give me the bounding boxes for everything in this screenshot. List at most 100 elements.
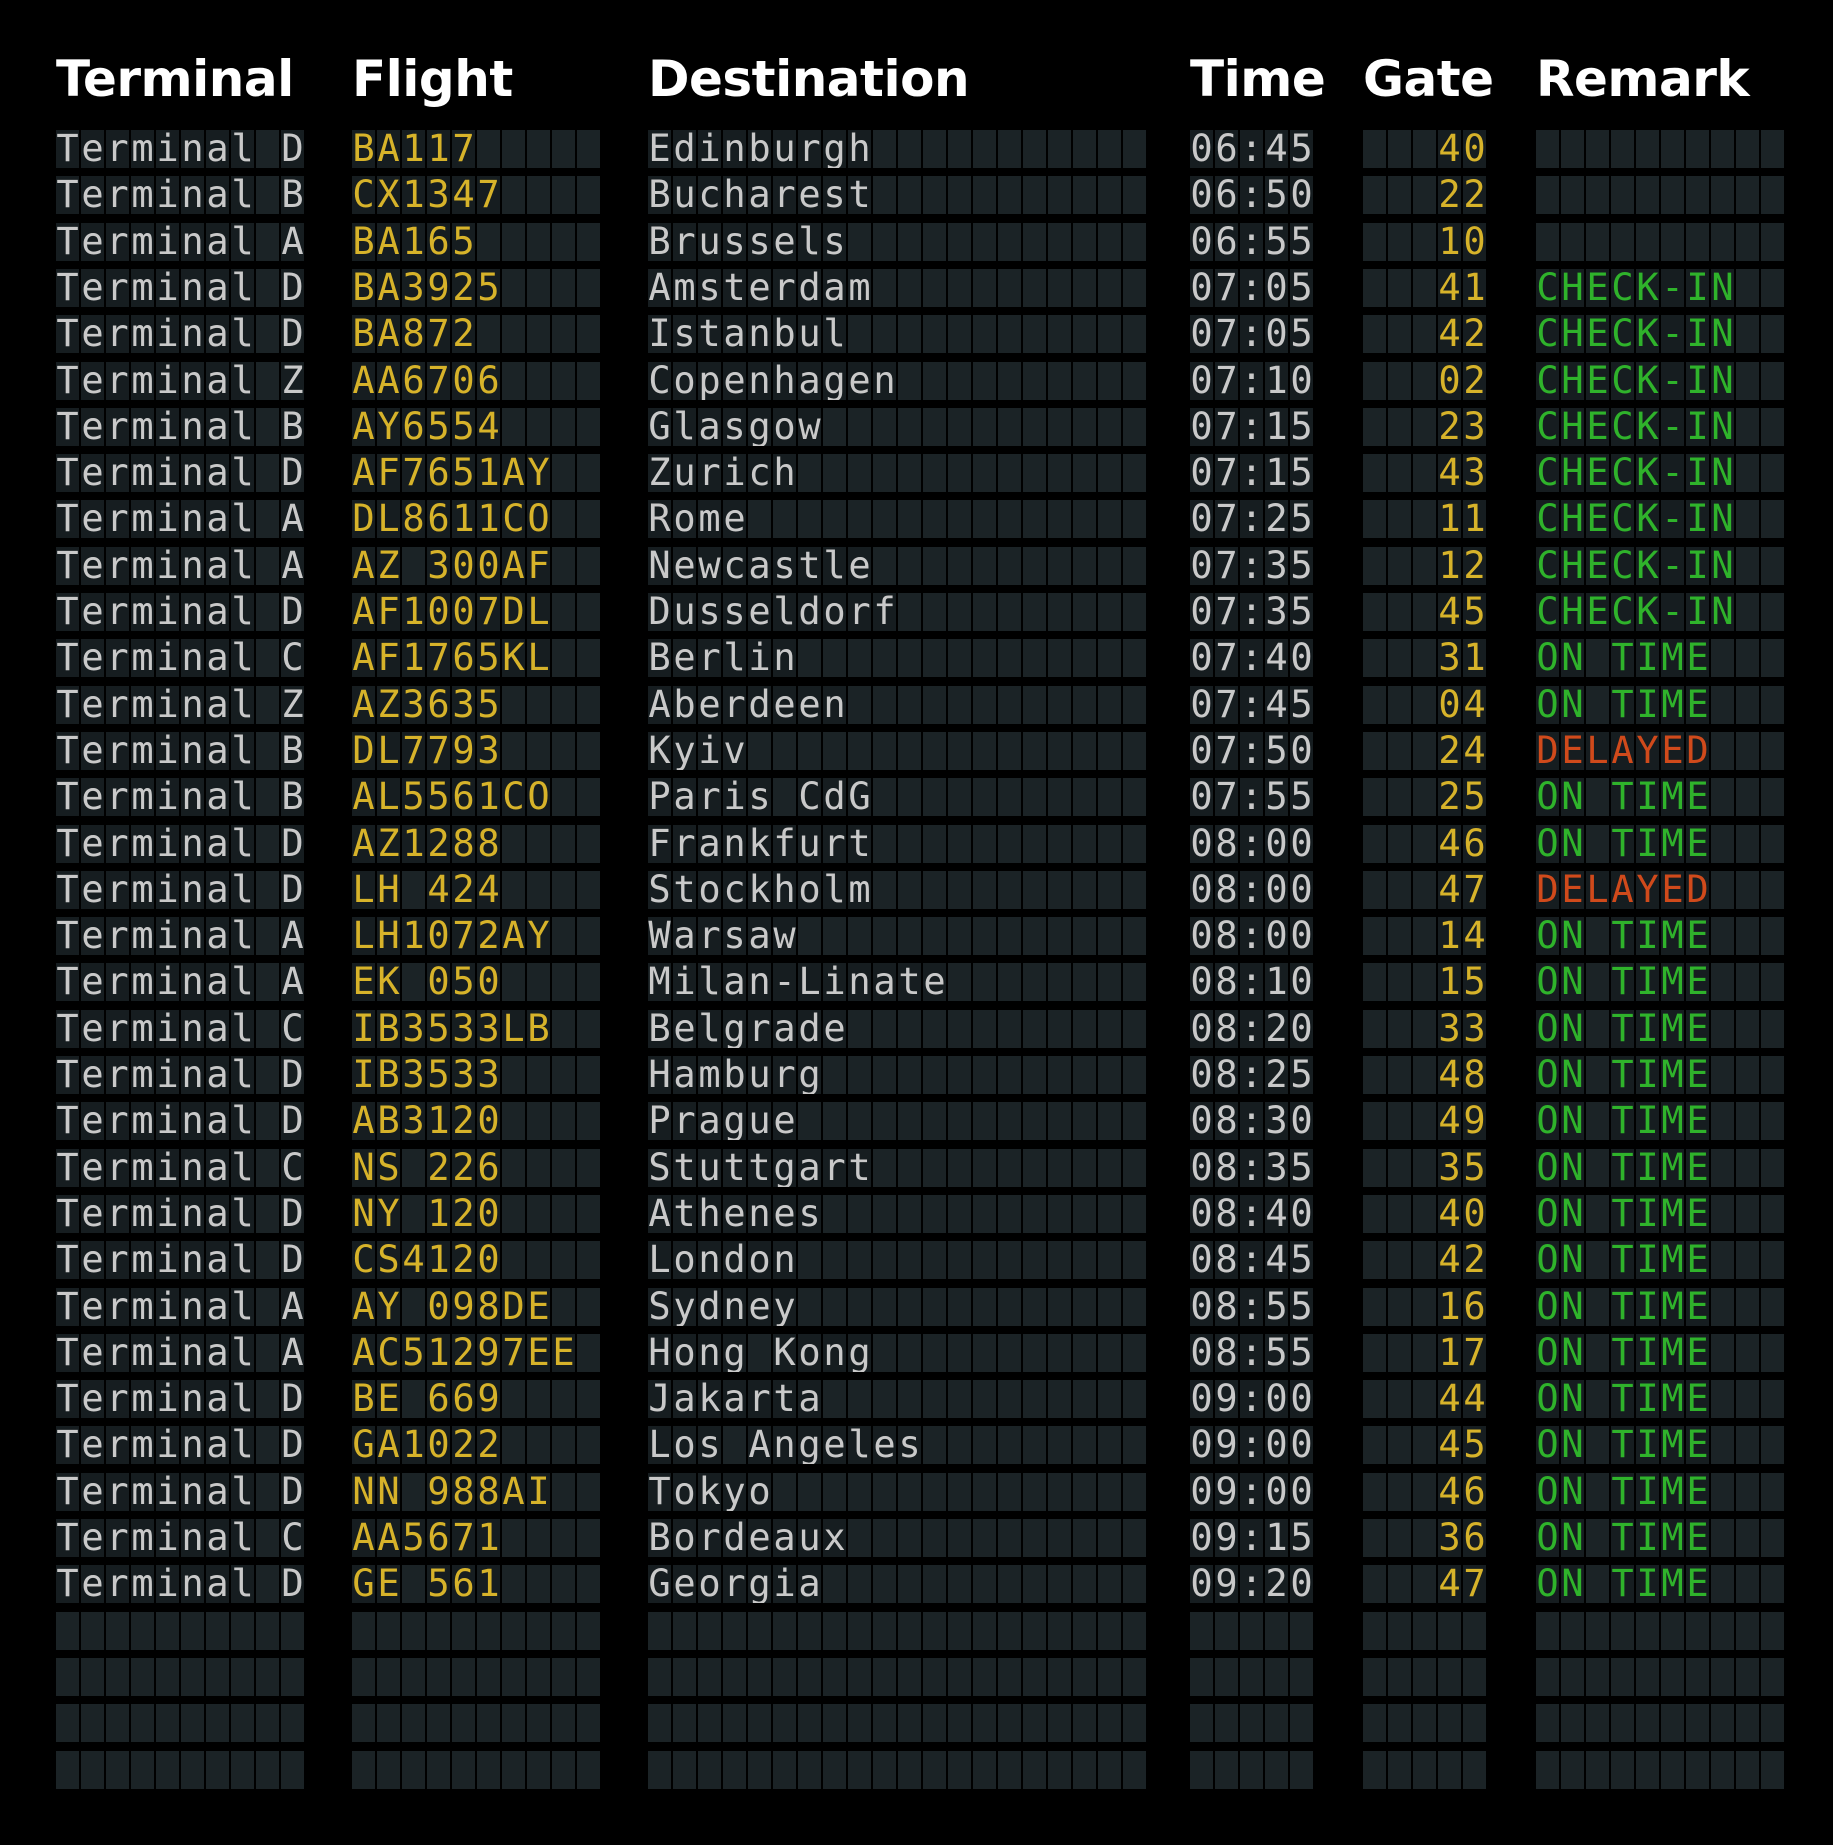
flap-tile: a	[206, 1195, 229, 1233]
flap-tile	[1363, 1380, 1386, 1418]
flap-tile: H	[1561, 362, 1584, 400]
time-cell: 09:00	[1190, 1426, 1313, 1464]
terminal-cell: TerminalB	[56, 176, 304, 214]
flap-tile: O	[1536, 1241, 1559, 1279]
flap-tile: l	[231, 454, 254, 492]
flap-tile: 4	[1438, 1380, 1461, 1418]
flap-tile: Z	[377, 825, 400, 863]
flap-tile: 8	[1215, 1241, 1238, 1279]
flap-tile	[1761, 1010, 1784, 1048]
flap-tile: M	[1661, 639, 1684, 677]
flap-tile: m	[131, 871, 154, 909]
flap-tile	[848, 732, 871, 770]
flap-tile: 4	[1265, 686, 1288, 724]
flap-tile	[873, 1704, 896, 1742]
flap-tile: l	[848, 1426, 871, 1464]
flap-tile	[873, 1195, 896, 1233]
flap-tile: 6	[427, 500, 450, 538]
flap-tile	[1073, 1426, 1096, 1464]
flap-tile: N	[1561, 1380, 1584, 1418]
flap-tile: 1	[477, 454, 500, 492]
flap-tile	[1586, 639, 1609, 677]
flap-tile	[402, 1288, 425, 1326]
flap-tile: D	[281, 269, 304, 307]
flap-tile: 8	[1215, 1102, 1238, 1140]
flight-cell: AY6554	[352, 408, 600, 446]
flap-tile: i	[156, 1010, 179, 1048]
flap-tile: 5	[402, 1334, 425, 1372]
flap-tile	[1736, 500, 1759, 538]
flap-tile	[848, 1612, 871, 1650]
flap-tile: E	[1686, 1426, 1709, 1464]
flap-tile: :	[1240, 1288, 1263, 1326]
flap-tile	[1048, 223, 1071, 261]
gate-cell: 42	[1363, 315, 1486, 353]
flap-tile: L	[527, 639, 550, 677]
flap-tile: E	[1661, 732, 1684, 770]
flap-tile: N	[1561, 1241, 1584, 1279]
flight-row: TerminalDBA3925Amsterdam07:0541CHECK-IN	[0, 269, 1833, 307]
flap-tile: 7	[427, 362, 450, 400]
flap-tile: 3	[1438, 1010, 1461, 1048]
flap-tile	[577, 639, 600, 677]
flap-tile: 6	[1215, 130, 1238, 168]
remark-cell: CHECK-IN	[1536, 362, 1784, 400]
remark-cell: ONTIME	[1536, 778, 1784, 816]
flap-tile	[1388, 362, 1411, 400]
flap-tile	[402, 1612, 425, 1650]
flap-tile	[1711, 917, 1734, 955]
flap-tile: A	[352, 454, 375, 492]
flap-tile	[873, 1149, 896, 1187]
flap-tile	[1290, 1704, 1313, 1742]
flap-tile	[898, 1241, 921, 1279]
flap-tile: t	[723, 269, 746, 307]
flap-tile: D	[281, 454, 304, 492]
flap-tile: 7	[1463, 1334, 1486, 1372]
flap-tile: :	[1240, 1334, 1263, 1372]
flap-tile: 8	[1463, 1056, 1486, 1094]
destination-cell: Sydney	[648, 1288, 1146, 1326]
flap-tile	[1586, 1241, 1609, 1279]
flap-tile	[1023, 1473, 1046, 1511]
flap-tile	[156, 1658, 179, 1696]
flap-tile: 3	[1265, 1102, 1288, 1140]
flap-tile: e	[81, 1010, 104, 1048]
flap-tile: n	[181, 778, 204, 816]
flap-tile	[1761, 1288, 1784, 1326]
flap-tile	[823, 1658, 846, 1696]
flap-tile: H	[648, 1056, 671, 1094]
flap-tile	[1048, 1426, 1071, 1464]
flap-tile: 0	[1190, 686, 1213, 724]
flap-tile: r	[673, 1102, 696, 1140]
flight-cell: GA1022	[352, 1426, 600, 1464]
flap-tile	[1098, 454, 1121, 492]
flap-tile: n	[181, 917, 204, 955]
flap-tile: B	[352, 223, 375, 261]
flap-tile	[1023, 500, 1046, 538]
flap-tile	[798, 1658, 821, 1696]
flap-tile: T	[56, 1519, 79, 1557]
flap-tile	[873, 871, 896, 909]
destination-cell: Amsterdam	[648, 269, 1146, 307]
flap-tile	[1413, 1195, 1436, 1233]
flap-tile: N	[1561, 1102, 1584, 1140]
flap-tile	[552, 1426, 575, 1464]
flap-tile: y	[773, 1288, 796, 1326]
destination-cell: Edinburgh	[648, 130, 1146, 168]
flap-tile	[527, 408, 550, 446]
flap-tile: r	[106, 176, 129, 214]
flap-tile: :	[1240, 362, 1263, 400]
flight-row: TerminalBAY6554Glasgow07:1523CHECK-IN	[0, 408, 1833, 446]
flap-tile	[1023, 593, 1046, 631]
flap-tile: B	[377, 1102, 400, 1140]
flap-tile	[256, 1519, 279, 1557]
flap-tile	[402, 547, 425, 585]
flap-tile	[1388, 778, 1411, 816]
flap-tile	[1098, 871, 1121, 909]
flap-tile: A	[352, 408, 375, 446]
flap-tile	[552, 1102, 575, 1140]
flap-tile: T	[56, 1380, 79, 1418]
flap-tile: n	[748, 963, 771, 1001]
flap-tile	[1215, 1612, 1238, 1650]
flap-tile: n	[181, 1426, 204, 1464]
